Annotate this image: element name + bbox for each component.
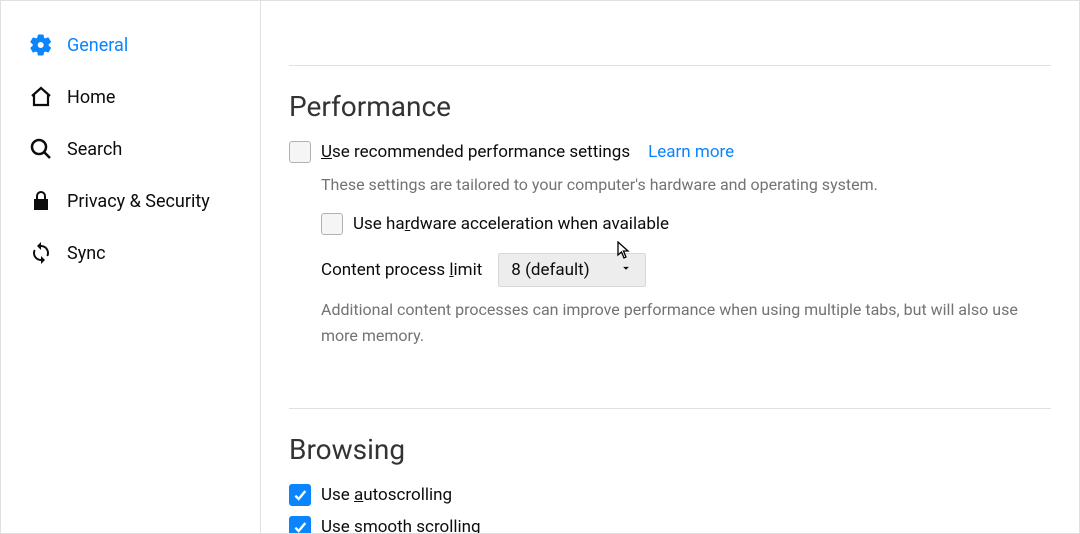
label-recommended[interactable]: Use recommended performance settings (321, 142, 630, 162)
sidebar-item-label: General (67, 35, 128, 56)
row-recommended-settings: Use recommended performance settings Lea… (289, 141, 1051, 163)
search-icon (29, 137, 53, 161)
gear-icon (29, 33, 53, 57)
sidebar-item-label: Sync (67, 243, 106, 264)
sidebar-item-sync[interactable]: Sync (1, 227, 260, 279)
home-icon (29, 85, 53, 109)
sidebar-item-label: Privacy & Security (67, 191, 210, 212)
chevron-down-icon (619, 260, 633, 280)
divider (289, 65, 1051, 66)
lock-icon (29, 189, 53, 213)
sidebar-item-home[interactable]: Home (1, 71, 260, 123)
sync-icon (29, 241, 53, 265)
sidebar-item-search[interactable]: Search (1, 123, 260, 175)
checkbox-hardware-accel[interactable] (321, 213, 343, 235)
sidebar-item-label: Home (67, 87, 115, 108)
select-content-process-limit[interactable]: 8 (default) (498, 253, 646, 287)
section-heading-browsing: Browsing (289, 433, 1051, 466)
label-hardware-accel[interactable]: Use hardware acceleration when available (353, 214, 669, 234)
label-smooth-scrolling[interactable]: Use smooth scrolling (321, 517, 481, 533)
sidebar-item-privacy[interactable]: Privacy & Security (1, 175, 260, 227)
main-content: Performance Use recommended performance … (261, 1, 1079, 533)
label-content-process-limit: Content process limit (321, 260, 482, 280)
sidebar-item-label: Search (67, 139, 122, 160)
desc-content-process: Additional content processes can improve… (321, 297, 1051, 348)
desc-recommended: These settings are tailored to your comp… (321, 173, 1051, 197)
row-autoscrolling: Use autoscrolling (289, 484, 1051, 506)
checkbox-recommended[interactable] (289, 141, 311, 163)
checkbox-autoscrolling[interactable] (289, 484, 311, 506)
sidebar-item-general[interactable]: General (1, 19, 260, 71)
row-smooth-scrolling: Use smooth scrolling (289, 516, 1051, 533)
select-value: 8 (default) (511, 260, 589, 280)
divider (289, 408, 1051, 409)
sidebar: General Home Search Privacy & Security S… (1, 1, 261, 533)
label-autoscrolling[interactable]: Use autoscrolling (321, 485, 452, 505)
row-content-process-limit: Content process limit 8 (default) (289, 253, 1051, 287)
row-hardware-accel: Use hardware acceleration when available (289, 213, 1051, 235)
link-learn-more[interactable]: Learn more (648, 142, 734, 162)
checkbox-smooth-scrolling[interactable] (289, 516, 311, 533)
section-heading-performance: Performance (289, 90, 1051, 123)
